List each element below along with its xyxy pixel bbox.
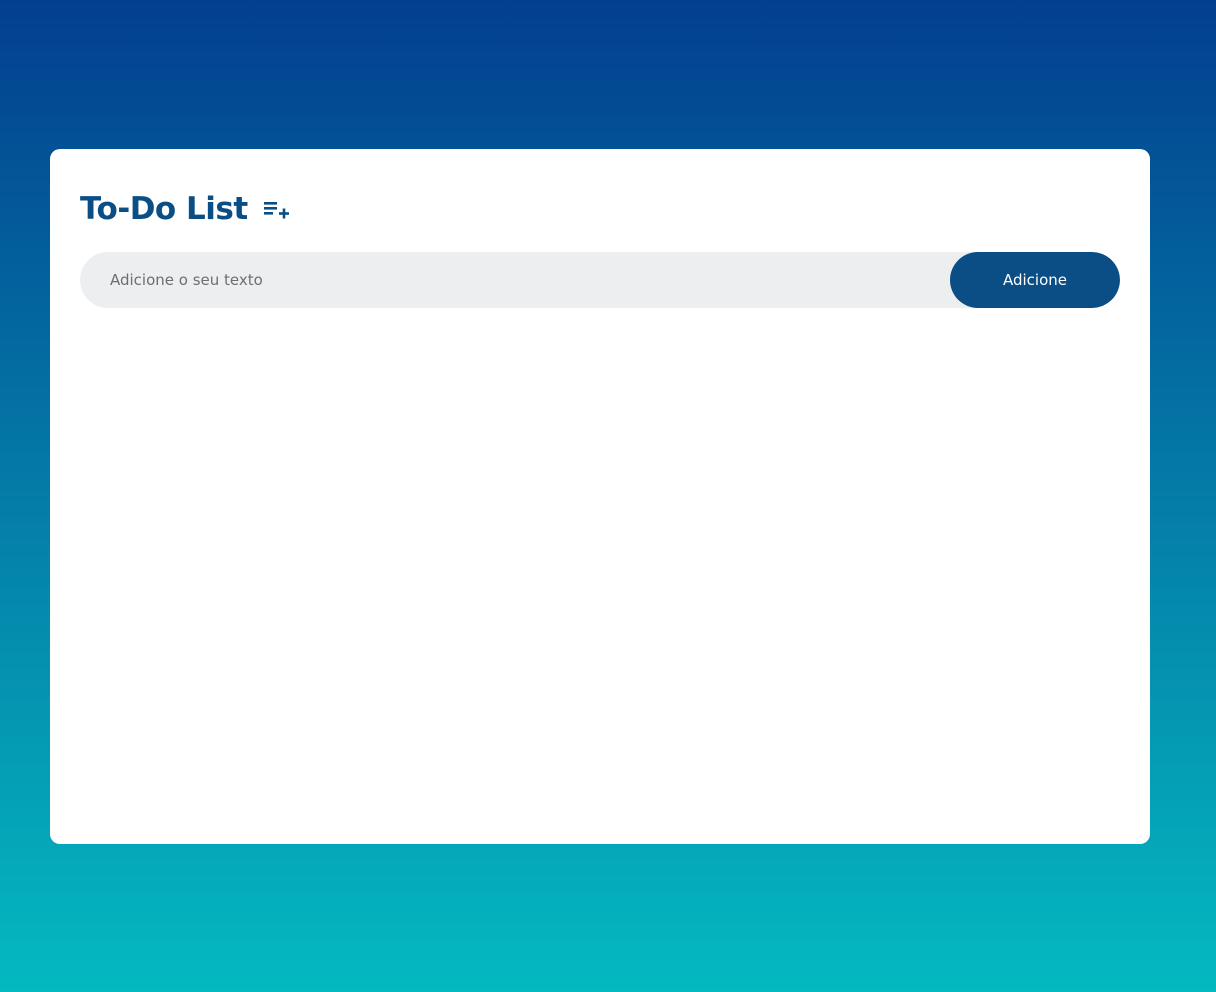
add-button[interactable]: Adicione <box>950 252 1120 308</box>
page-title: To-Do List <box>80 191 248 227</box>
playlist-add-icon <box>263 198 290 220</box>
task-input[interactable] <box>80 252 950 308</box>
todo-card: To-Do List Adicione <box>50 149 1150 844</box>
page-background: { "app": { "title": "To-Do List", "title… <box>0 0 1216 992</box>
todo-header: To-Do List <box>80 184 1120 234</box>
add-task-row: Adicione <box>80 252 1120 308</box>
